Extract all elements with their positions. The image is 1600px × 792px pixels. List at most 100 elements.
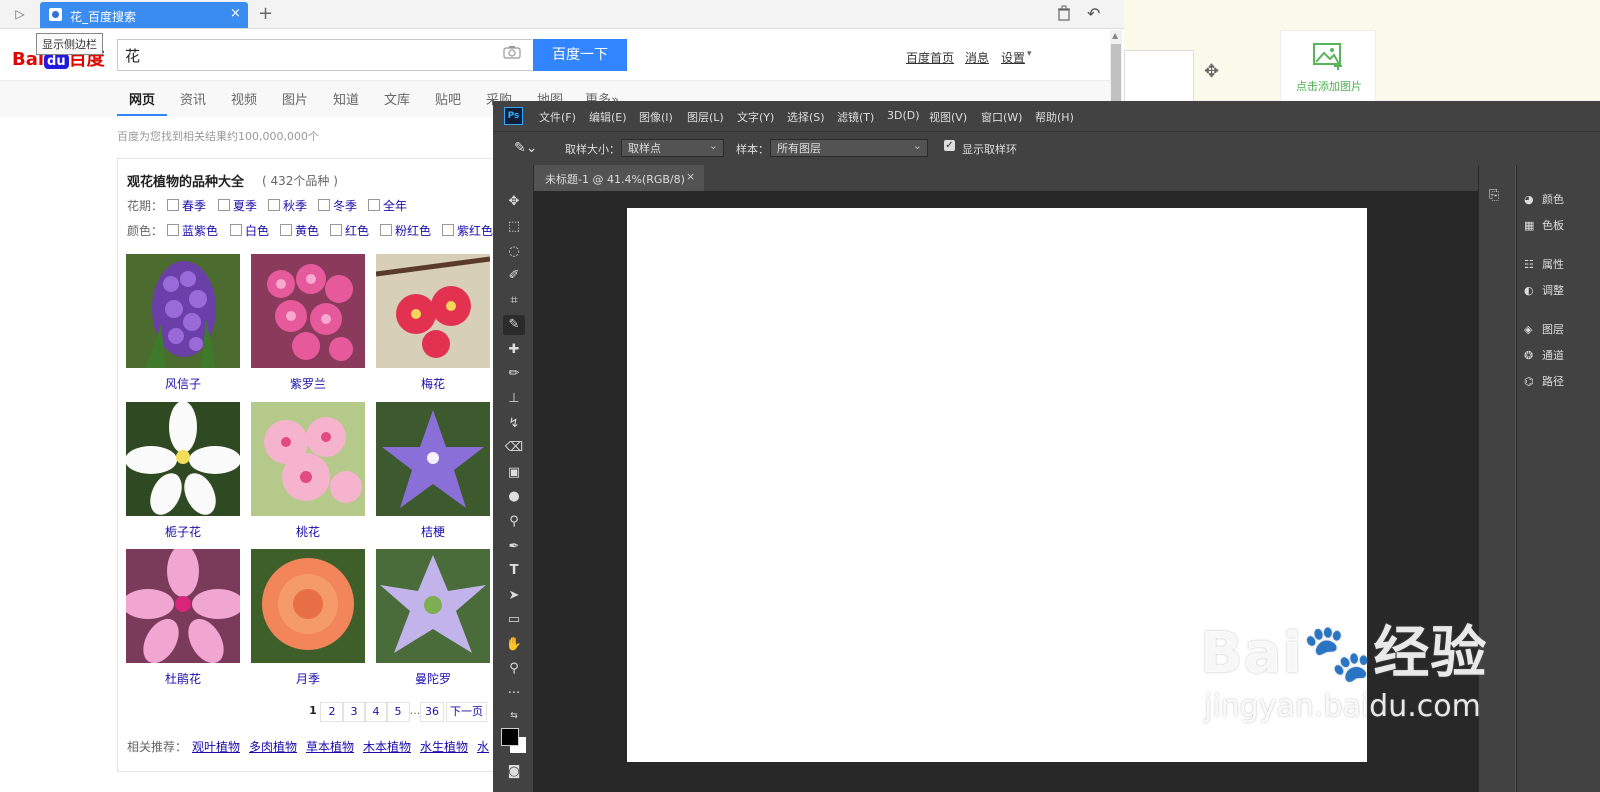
camera-icon[interactable] (503, 45, 521, 59)
ps-menu-layer[interactable]: 图层(L) (687, 109, 724, 125)
related-link[interactable]: 草本植物 (306, 738, 354, 755)
tab-images[interactable]: 图片 (282, 89, 308, 108)
ps-menu-help[interactable]: 帮助(H) (1035, 109, 1074, 125)
plant-caption[interactable]: 栀子花 (126, 523, 240, 540)
season-option[interactable]: 夏季 (233, 197, 257, 214)
scroll-up-icon[interactable]: ▲ (1112, 31, 1118, 40)
season-checkbox[interactable] (268, 199, 280, 211)
marquee-tool-icon[interactable]: ⬚ (503, 217, 525, 237)
search-input[interactable]: 花 (125, 45, 140, 66)
ps-menu-edit[interactable]: 编辑(E) (589, 109, 627, 125)
link-settings[interactable]: 设置 (1001, 49, 1025, 66)
season-option[interactable]: 春季 (182, 197, 206, 214)
lasso-tool-icon[interactable]: ◌ (503, 242, 525, 262)
ps-menu-image[interactable]: 图像(I) (639, 109, 673, 125)
zoom-tool-icon[interactable]: ⚲ (503, 659, 525, 679)
tab-close-icon[interactable]: × (230, 6, 241, 21)
plant-caption[interactable]: 杜鹃花 (126, 670, 240, 687)
pen-tool-icon[interactable]: ✒ (503, 537, 525, 557)
ps-menu-3d[interactable]: 3D(D) (887, 109, 920, 122)
swap-colors-icon[interactable]: ⇆ (503, 706, 525, 726)
blur-tool-icon[interactable]: ● (503, 487, 525, 507)
gradient-tool-icon[interactable]: ▣ (503, 463, 525, 483)
history-panel-icon[interactable]: ⎘ (1489, 188, 1499, 203)
plant-caption[interactable]: 月季 (251, 670, 365, 687)
color-option[interactable]: 紫红色 (457, 222, 493, 239)
tab-tieba[interactable]: 贴吧 (435, 89, 461, 108)
ps-menu-type[interactable]: 文字(Y) (737, 109, 774, 125)
related-link[interactable]: 水生植物 (420, 738, 468, 755)
panel-color[interactable]: ◕ 颜色 (1524, 191, 1564, 207)
plant-caption[interactable]: 梅花 (376, 375, 490, 392)
tab-zhidao[interactable]: 知道 (333, 89, 359, 108)
quick-mask-icon[interactable]: ◙ (503, 762, 525, 782)
tab-baidu-search[interactable]: 花_百度搜索 (40, 2, 248, 28)
plant-image-gardenia[interactable] (126, 402, 240, 516)
panel-swatches[interactable]: ▦ 色板 (1524, 217, 1564, 233)
search-button[interactable]: 百度一下 (533, 39, 627, 71)
plant-caption[interactable]: 曼陀罗 (376, 670, 490, 687)
page-link[interactable]: 2 (320, 702, 344, 722)
page-link[interactable]: 3 (342, 702, 366, 722)
move-tool-icon[interactable]: ✥ (503, 192, 525, 212)
color-option[interactable]: 粉红色 (395, 222, 431, 239)
link-baidu-home[interactable]: 百度首页 (906, 49, 954, 66)
eraser-tool-icon[interactable]: ⌫ (503, 438, 525, 458)
sidebar-toggle-icon[interactable]: ▷ (8, 6, 32, 22)
color-checkbox[interactable] (380, 224, 392, 236)
crop-tool-icon[interactable]: ⌗ (503, 291, 525, 311)
color-option[interactable]: 蓝紫色 (182, 222, 218, 239)
season-checkbox[interactable] (318, 199, 330, 211)
hand-tool-icon[interactable]: ✋ (503, 635, 525, 655)
related-link[interactable]: 观叶植物 (192, 738, 240, 755)
season-option[interactable]: 冬季 (333, 197, 357, 214)
type-tool-icon[interactable]: T (503, 561, 525, 581)
settings-chevron-down-icon[interactable]: ▾ (1027, 49, 1032, 59)
clone-stamp-tool-icon[interactable]: ⊥ (503, 389, 525, 409)
scrollbar-thumb[interactable] (1111, 44, 1121, 102)
color-checkbox[interactable] (230, 224, 242, 236)
color-checkbox[interactable] (330, 224, 342, 236)
tab-news[interactable]: 资讯 (180, 89, 206, 108)
ps-menu-select[interactable]: 选择(S) (787, 109, 825, 125)
sample-size-select[interactable]: 取样点 (621, 137, 724, 157)
page-link[interactable]: 4 (364, 702, 388, 722)
next-page-button[interactable]: 下一页 (446, 702, 487, 722)
ps-menu-view[interactable]: 视图(V) (929, 109, 967, 125)
plant-caption[interactable]: 紫罗兰 (251, 375, 365, 392)
panel-adjustments[interactable]: ◐ 调整 (1524, 282, 1564, 298)
color-option[interactable]: 白色 (245, 222, 269, 239)
page-link[interactable]: 36 (420, 702, 444, 722)
related-link[interactable]: 水 (477, 738, 489, 755)
plant-image-azalea[interactable] (126, 549, 240, 663)
path-select-tool-icon[interactable]: ➤ (503, 586, 525, 606)
tab-web[interactable]: 网页 (129, 89, 155, 108)
plant-image-rose[interactable] (251, 549, 365, 663)
tab-video[interactable]: 视频 (231, 89, 257, 108)
season-checkbox[interactable] (167, 199, 179, 211)
plant-image-datura[interactable] (376, 549, 490, 663)
color-checkbox[interactable] (167, 224, 179, 236)
color-checkbox[interactable] (280, 224, 292, 236)
sample-select[interactable]: 所有图层 (770, 137, 928, 157)
history-brush-tool-icon[interactable]: ↯ (503, 414, 525, 434)
move-icon[interactable]: ✥ (1204, 61, 1219, 82)
season-option[interactable]: 秋季 (283, 197, 307, 214)
color-option[interactable]: 红色 (345, 222, 369, 239)
brush-tool-icon[interactable]: ✏ (503, 364, 525, 384)
season-checkbox[interactable] (218, 199, 230, 211)
color-option[interactable]: 黄色 (295, 222, 319, 239)
ps-menu-window[interactable]: 窗口(W) (981, 109, 1022, 125)
panel-layers[interactable]: ◈ 图层 (1524, 321, 1564, 337)
plant-image-stock[interactable] (251, 254, 365, 368)
show-sampling-ring-checkbox[interactable]: ✓ (944, 140, 955, 151)
new-tab-button[interactable]: + (258, 3, 273, 24)
foreground-color-swatch[interactable] (501, 728, 519, 746)
plant-image-balloon-flower[interactable] (376, 402, 490, 516)
plant-caption[interactable]: 桔梗 (376, 523, 490, 540)
search-box[interactable] (117, 39, 532, 71)
dodge-tool-icon[interactable]: ⚲ (503, 512, 525, 532)
panel-channels[interactable]: ❂ 通道 (1524, 347, 1564, 363)
season-option[interactable]: 全年 (383, 197, 407, 214)
eyedropper-preset-icon[interactable]: ✎⌄ (514, 140, 537, 156)
